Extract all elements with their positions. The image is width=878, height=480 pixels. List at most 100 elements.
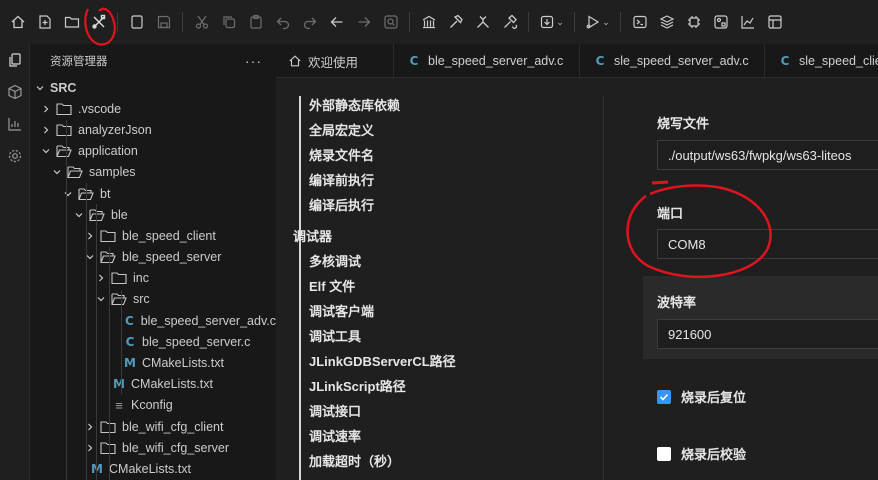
chevron-down-icon[interactable] [62,188,74,200]
tree-item-label: application [78,144,138,159]
folder-icon [56,124,72,137]
chevron-down-icon[interactable] [34,82,46,94]
download-icon[interactable]: ⌄ [535,9,569,35]
tab-bar: 欢迎使用 C ble_speed_server_adv.c C sle_spee… [276,44,878,78]
tree-root[interactable]: SRC [30,77,276,98]
tab-label: ble_speed_server_adv.c [428,54,564,68]
open-folder-icon[interactable] [59,9,85,35]
chevron-down-icon[interactable] [40,145,52,157]
new-file-icon[interactable] [32,9,58,35]
search-icon[interactable] [378,9,404,35]
run-icon[interactable]: ⌄ [581,9,615,35]
hammer-icon[interactable] [443,9,469,35]
chevron-right-icon[interactable] [40,103,52,115]
files-icon[interactable] [0,44,29,76]
tree-item-label: ble_wifi_cfg_server [122,440,229,455]
tab-ble-speed-server-adv[interactable]: C ble_speed_server_adv.c [394,44,580,78]
tree-item[interactable]: .vscode [30,98,276,119]
chip-icon[interactable] [681,9,707,35]
tree-item-label: CMakeLists.txt [109,461,191,476]
check-icon [659,393,669,401]
home-icon[interactable] [5,9,31,35]
tab-sle-speed-client[interactable]: C sle_speed_client [765,44,878,78]
folder-open-icon [67,166,83,179]
chevron-right-icon[interactable] [40,124,52,136]
outline-item[interactable]: 编译后执行 [309,195,374,214]
verify-after-burn-checkbox[interactable]: 烧录后校验 [657,444,746,463]
back-icon[interactable] [324,9,350,35]
chart-icon[interactable] [735,9,761,35]
new-page-icon[interactable] [124,9,150,35]
indent-guide [96,204,97,480]
build-tools-icon[interactable] [470,9,496,35]
folder-icon [111,272,127,285]
tree-item-label: src [133,292,150,307]
forward-icon[interactable] [351,9,377,35]
indent-guide [121,290,122,394]
baud-rate-input[interactable]: 921600 [657,319,878,349]
explorer-panel: 资源管理器 ··· SRC .vscode analyzerJson applicat… [30,44,276,480]
explorer-title: 资源管理器 [50,55,108,68]
outline-item[interactable]: 编译前执行 [309,170,374,189]
more-actions-icon[interactable]: ··· [245,53,262,69]
tab-welcome[interactable]: 欢迎使用 [276,44,394,78]
save-icon[interactable] [151,9,177,35]
indent-guide [86,183,87,480]
tab-label: sle_speed_client [799,54,878,68]
cmake-file-icon: M [89,462,105,476]
undo-icon[interactable] [270,9,296,35]
burn-file-label: 烧写文件 [657,116,710,131]
terminal-icon[interactable] [627,9,653,35]
reset-after-burn-checkbox[interactable]: 烧录后复位 [657,387,746,406]
port-input[interactable]: COM8 [657,229,878,259]
chart-icon[interactable] [0,108,29,140]
tab-label: sle_speed_server_adv.c [614,54,749,68]
outline-item[interactable]: 调试速率 [309,426,361,445]
tree-item-label: ble_speed_client [122,228,216,243]
checkbox-unchecked[interactable] [657,446,671,461]
chevron-down-icon[interactable] [51,166,63,178]
c-file-icon: C [125,334,135,349]
outline-item[interactable]: 调试接口 [309,401,361,420]
grid-icon[interactable] [708,9,734,35]
tree-root-label: SRC [50,80,77,95]
settings-icon[interactable] [0,140,29,172]
chevron-down-icon[interactable] [73,209,85,221]
outline-item[interactable]: JLinkGDBServerCL路径 [309,351,456,370]
paste-icon[interactable] [243,9,269,35]
tools-icon[interactable] [86,9,112,35]
c-file-icon: C [595,54,605,68]
folder-icon [100,421,116,433]
dashboard-icon[interactable] [762,9,788,35]
tree-item-label: ble_wifi_cfg_client [122,419,224,434]
outline-item[interactable]: 调试客户端 [309,301,374,320]
folder-open-icon [56,145,72,158]
outline-item[interactable]: JLinkScript路径 [309,376,406,395]
copy-icon[interactable] [216,9,242,35]
outline-item[interactable]: 加载超时（秒） [309,451,400,470]
outline-item[interactable]: Elf 文件 [309,276,355,295]
separator [620,12,621,32]
outline-item[interactable]: 多核调试 [309,251,361,270]
cut-icon[interactable] [189,9,215,35]
build-icon[interactable] [416,9,442,35]
layers-icon[interactable] [654,9,680,35]
package-icon[interactable] [0,76,29,108]
checkbox-checked[interactable] [657,389,671,404]
tree-item-label: .vscode [78,101,122,116]
outline-item[interactable]: 烧录文件名 [309,145,374,164]
toolbar: ⌄ ⌄ [0,0,878,44]
burn-file-input[interactable]: ./output/ws63/fwpkg/ws63-liteos [657,140,878,170]
c-file-icon: C [124,313,134,328]
port-label: 端口 [657,206,684,221]
redo-icon[interactable] [297,9,323,35]
tab-sle-speed-server-adv[interactable]: C sle_speed_server_adv.c [580,44,765,78]
outline-item[interactable]: 调试工具 [309,326,361,345]
outline-item[interactable]: 全局宏定义 [309,120,374,139]
config-file-icon: ≡ [115,397,123,413]
c-file-icon: C [409,54,419,68]
outline-group[interactable]: 调试器 [293,226,332,245]
rebuild-icon[interactable] [497,9,523,35]
outline-item[interactable]: 外部静态库依赖 [309,95,400,114]
folder-open-icon [89,209,105,221]
